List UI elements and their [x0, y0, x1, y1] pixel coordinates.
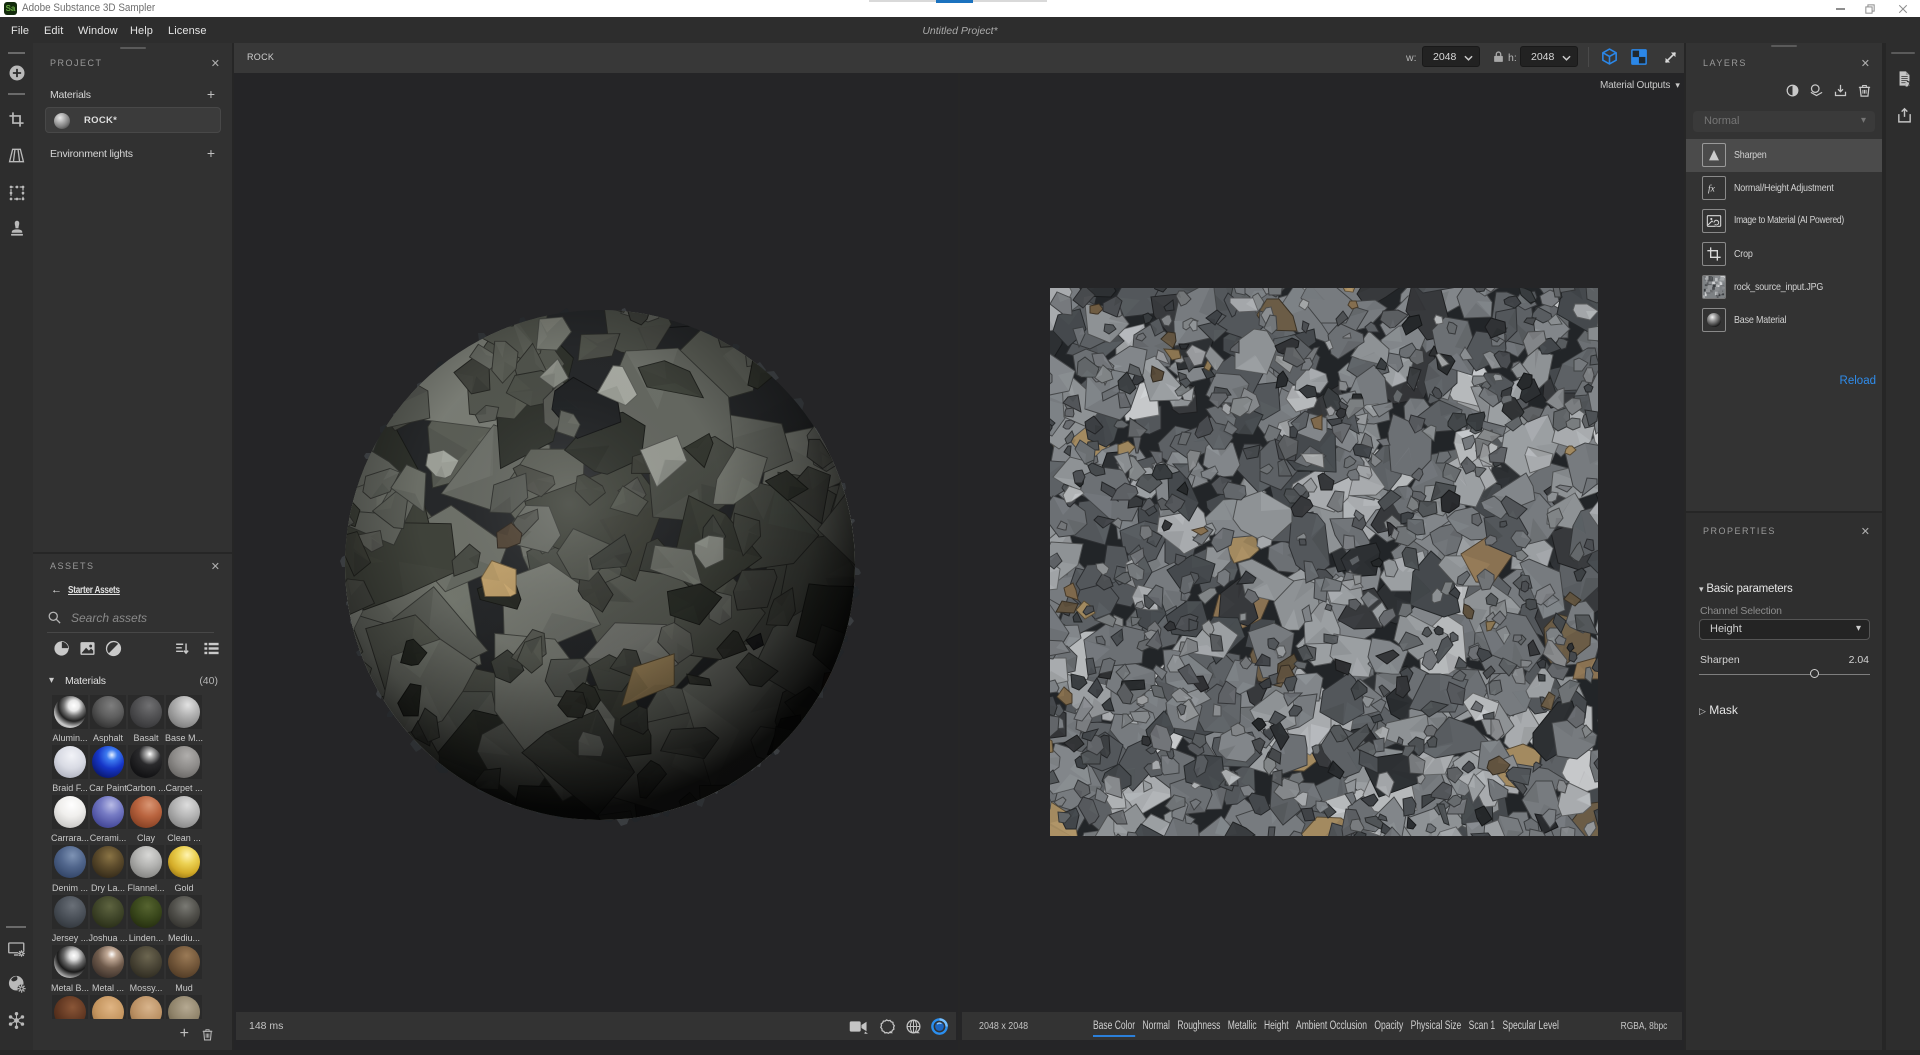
svg-text:fx: fx	[1708, 183, 1716, 194]
